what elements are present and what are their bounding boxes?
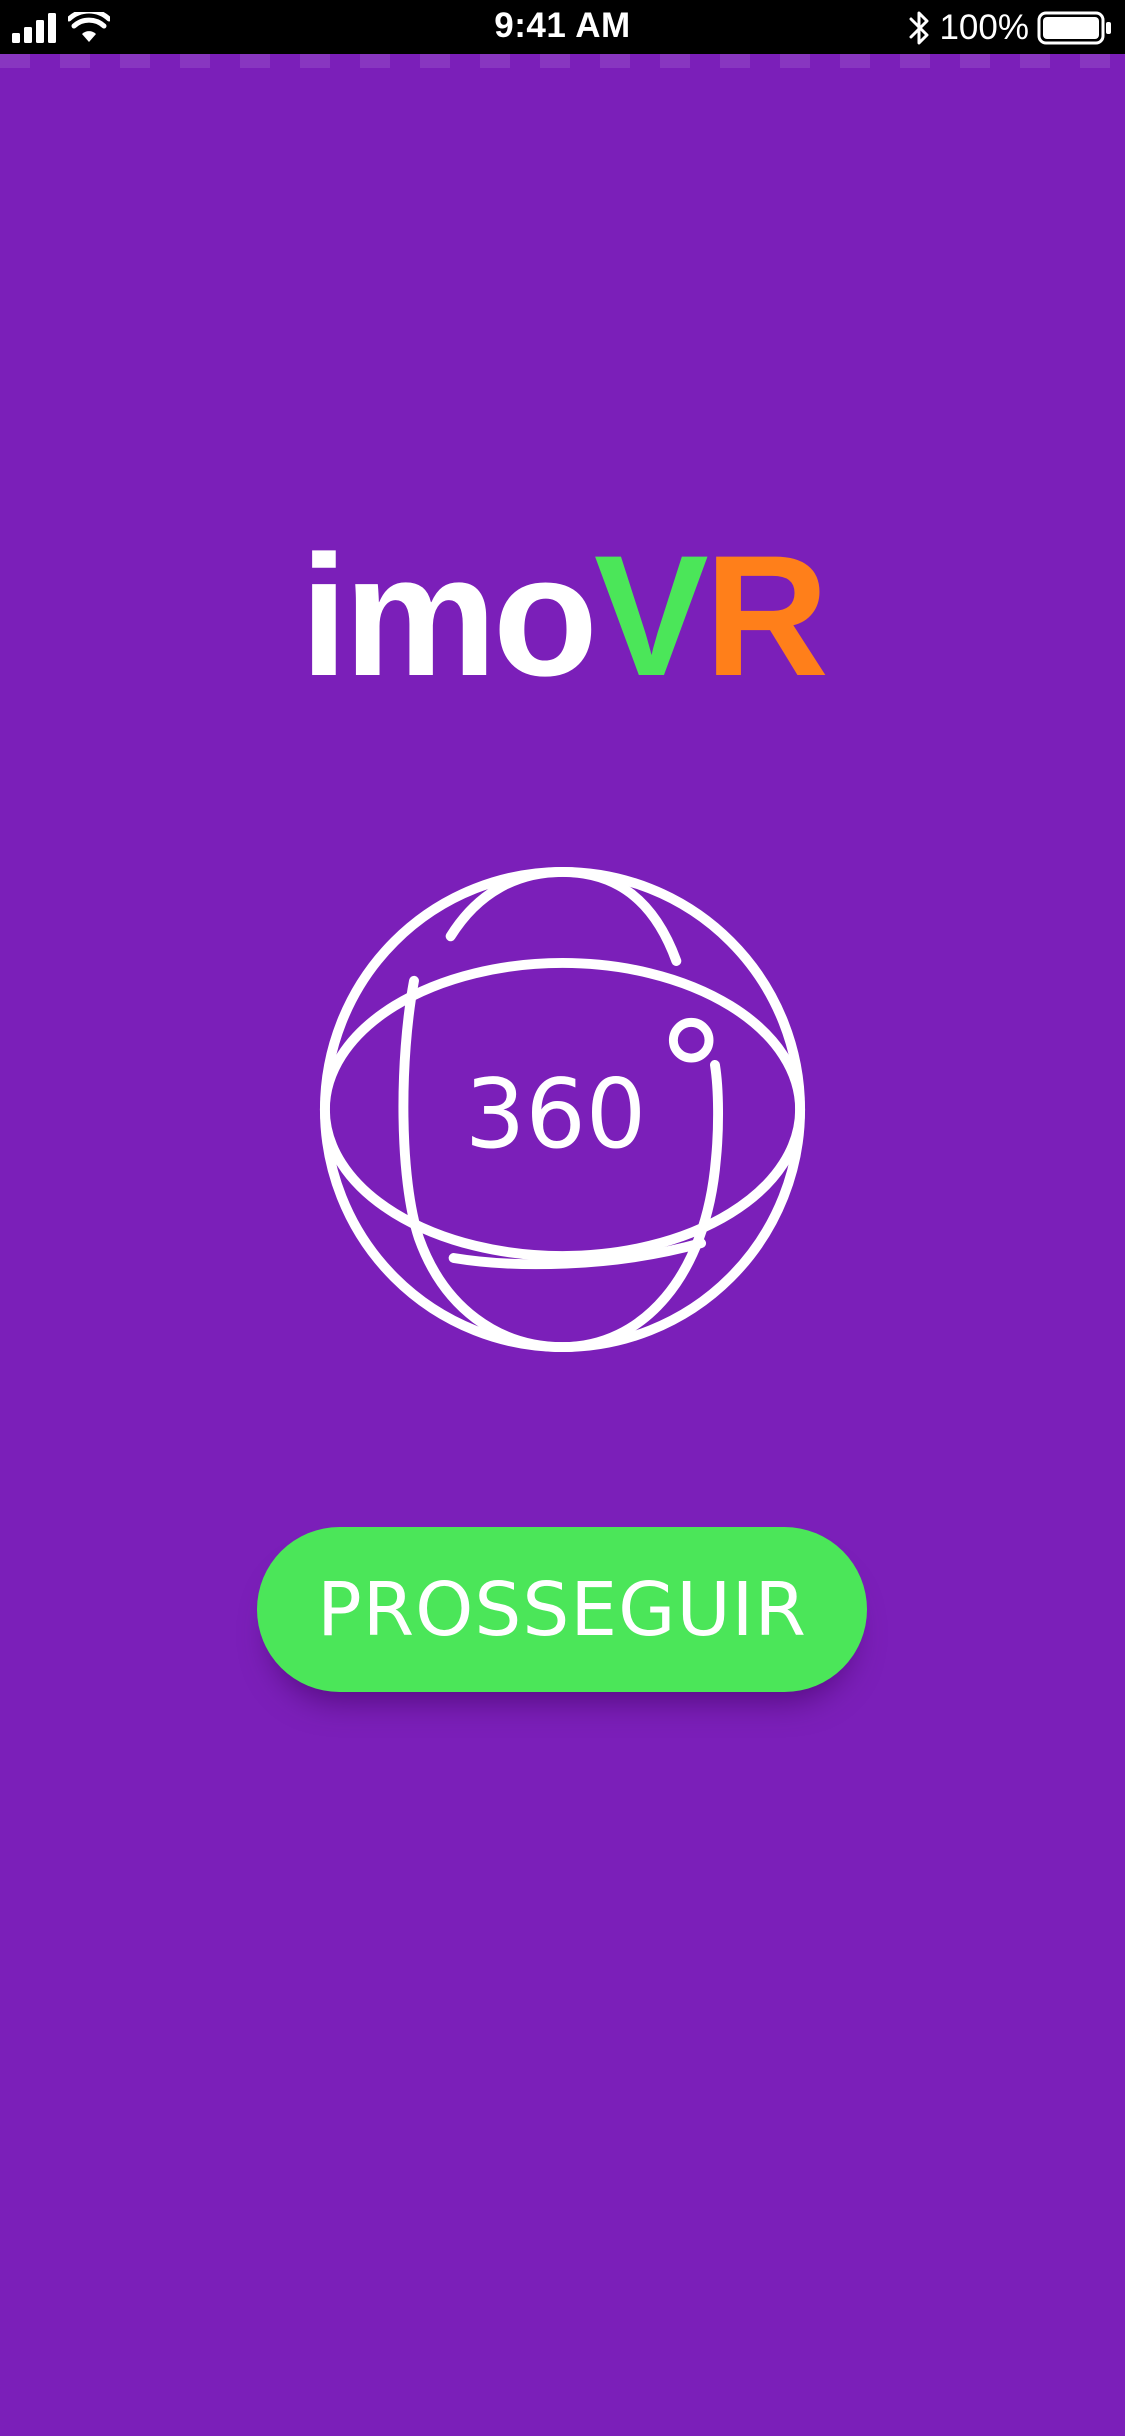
status-bar: 9:41 AM 100% [0,0,1125,54]
logo-part-imo: imo [300,520,598,712]
globe-360-icon: 360 [319,866,806,1353]
app-logo: imoVR [0,530,1125,702]
logo-part-r: R [704,520,829,712]
status-right: 100% [909,6,1113,50]
proceed-button[interactable]: PROSSEGUIR [257,1527,867,1692]
battery-percentage: 100% [939,8,1029,47]
logo-part-v: V [593,520,709,712]
globe-360-label: 360 [465,1060,646,1170]
degree-icon [668,1017,714,1063]
top-divider [0,54,1125,68]
bluetooth-icon [909,11,929,45]
battery-icon [1037,11,1111,45]
